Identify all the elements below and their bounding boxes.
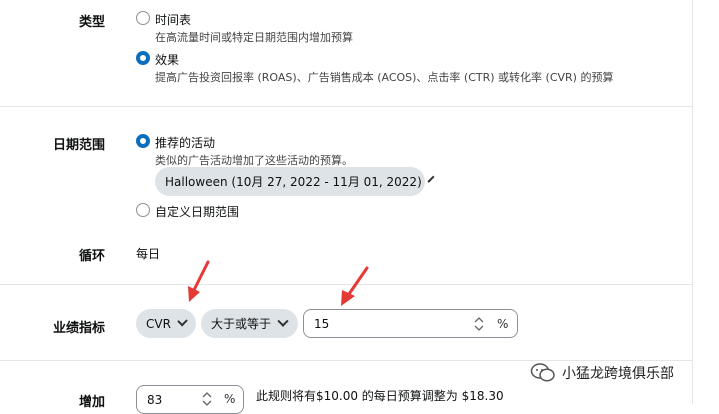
option-performance-label: 效果	[155, 53, 180, 67]
threshold-unit: %	[497, 317, 509, 331]
spinner-icon[interactable]	[473, 316, 485, 332]
option-schedule-desc: 在高流量时间或特定日期范围内增加预算	[155, 31, 353, 44]
date-range-label: 日期范围	[52, 138, 105, 153]
event-select[interactable]: Halloween (10月 27, 2022 - 11月 01, 2022)	[155, 167, 435, 196]
right-border	[692, 0, 693, 404]
wechat-icon	[530, 363, 555, 382]
recommended-events-desc: 类似的广告活动增加了这些活动的预算。	[155, 154, 353, 167]
radio-custom-date[interactable]	[136, 203, 150, 217]
radio-recommended-events[interactable]	[136, 134, 150, 148]
option-performance-desc: 提高广告投资回报率 (ROAS)、广告销售成本 (ACOS)、点击率 (CTR)…	[155, 71, 614, 84]
custom-date-label: 自定义日期范围	[155, 205, 240, 219]
spinner-icon[interactable]	[201, 391, 213, 407]
metric-select[interactable]: CVR	[136, 309, 196, 338]
metric-label: 业绩指标	[52, 321, 105, 336]
radio-performance[interactable]	[136, 51, 150, 65]
chevron-down-icon	[427, 175, 435, 183]
divider	[0, 106, 692, 107]
loop-value: 每日	[136, 247, 161, 261]
loop-label: 循环	[78, 249, 105, 264]
option-schedule-label: 时间表	[155, 13, 192, 27]
radio-schedule[interactable]	[136, 11, 150, 25]
operator-select-value: 大于或等于	[211, 317, 272, 331]
divider	[0, 360, 692, 361]
threshold-value: 15	[314, 316, 330, 331]
increase-note: 此规则将有$10.00 的每日预算调整为 $18.30	[256, 389, 504, 403]
increase-label: 增加	[78, 395, 105, 410]
type-label: 类型	[78, 15, 105, 30]
arrow-icon	[341, 266, 369, 306]
watermark-text: 小猛龙跨境俱乐部	[562, 366, 674, 382]
chevron-down-icon	[277, 315, 289, 327]
metric-select-value: CVR	[146, 316, 171, 331]
arrow-icon	[188, 260, 210, 302]
event-select-value: Halloween (10月 27, 2022 - 11月 01, 2022)	[165, 175, 422, 189]
recommended-events-label: 推荐的活动	[155, 136, 216, 150]
operator-select[interactable]: 大于或等于	[201, 309, 298, 338]
chevron-down-icon	[177, 315, 188, 326]
threshold-input[interactable]: 15	[303, 309, 518, 338]
increase-value: 83	[147, 392, 163, 407]
